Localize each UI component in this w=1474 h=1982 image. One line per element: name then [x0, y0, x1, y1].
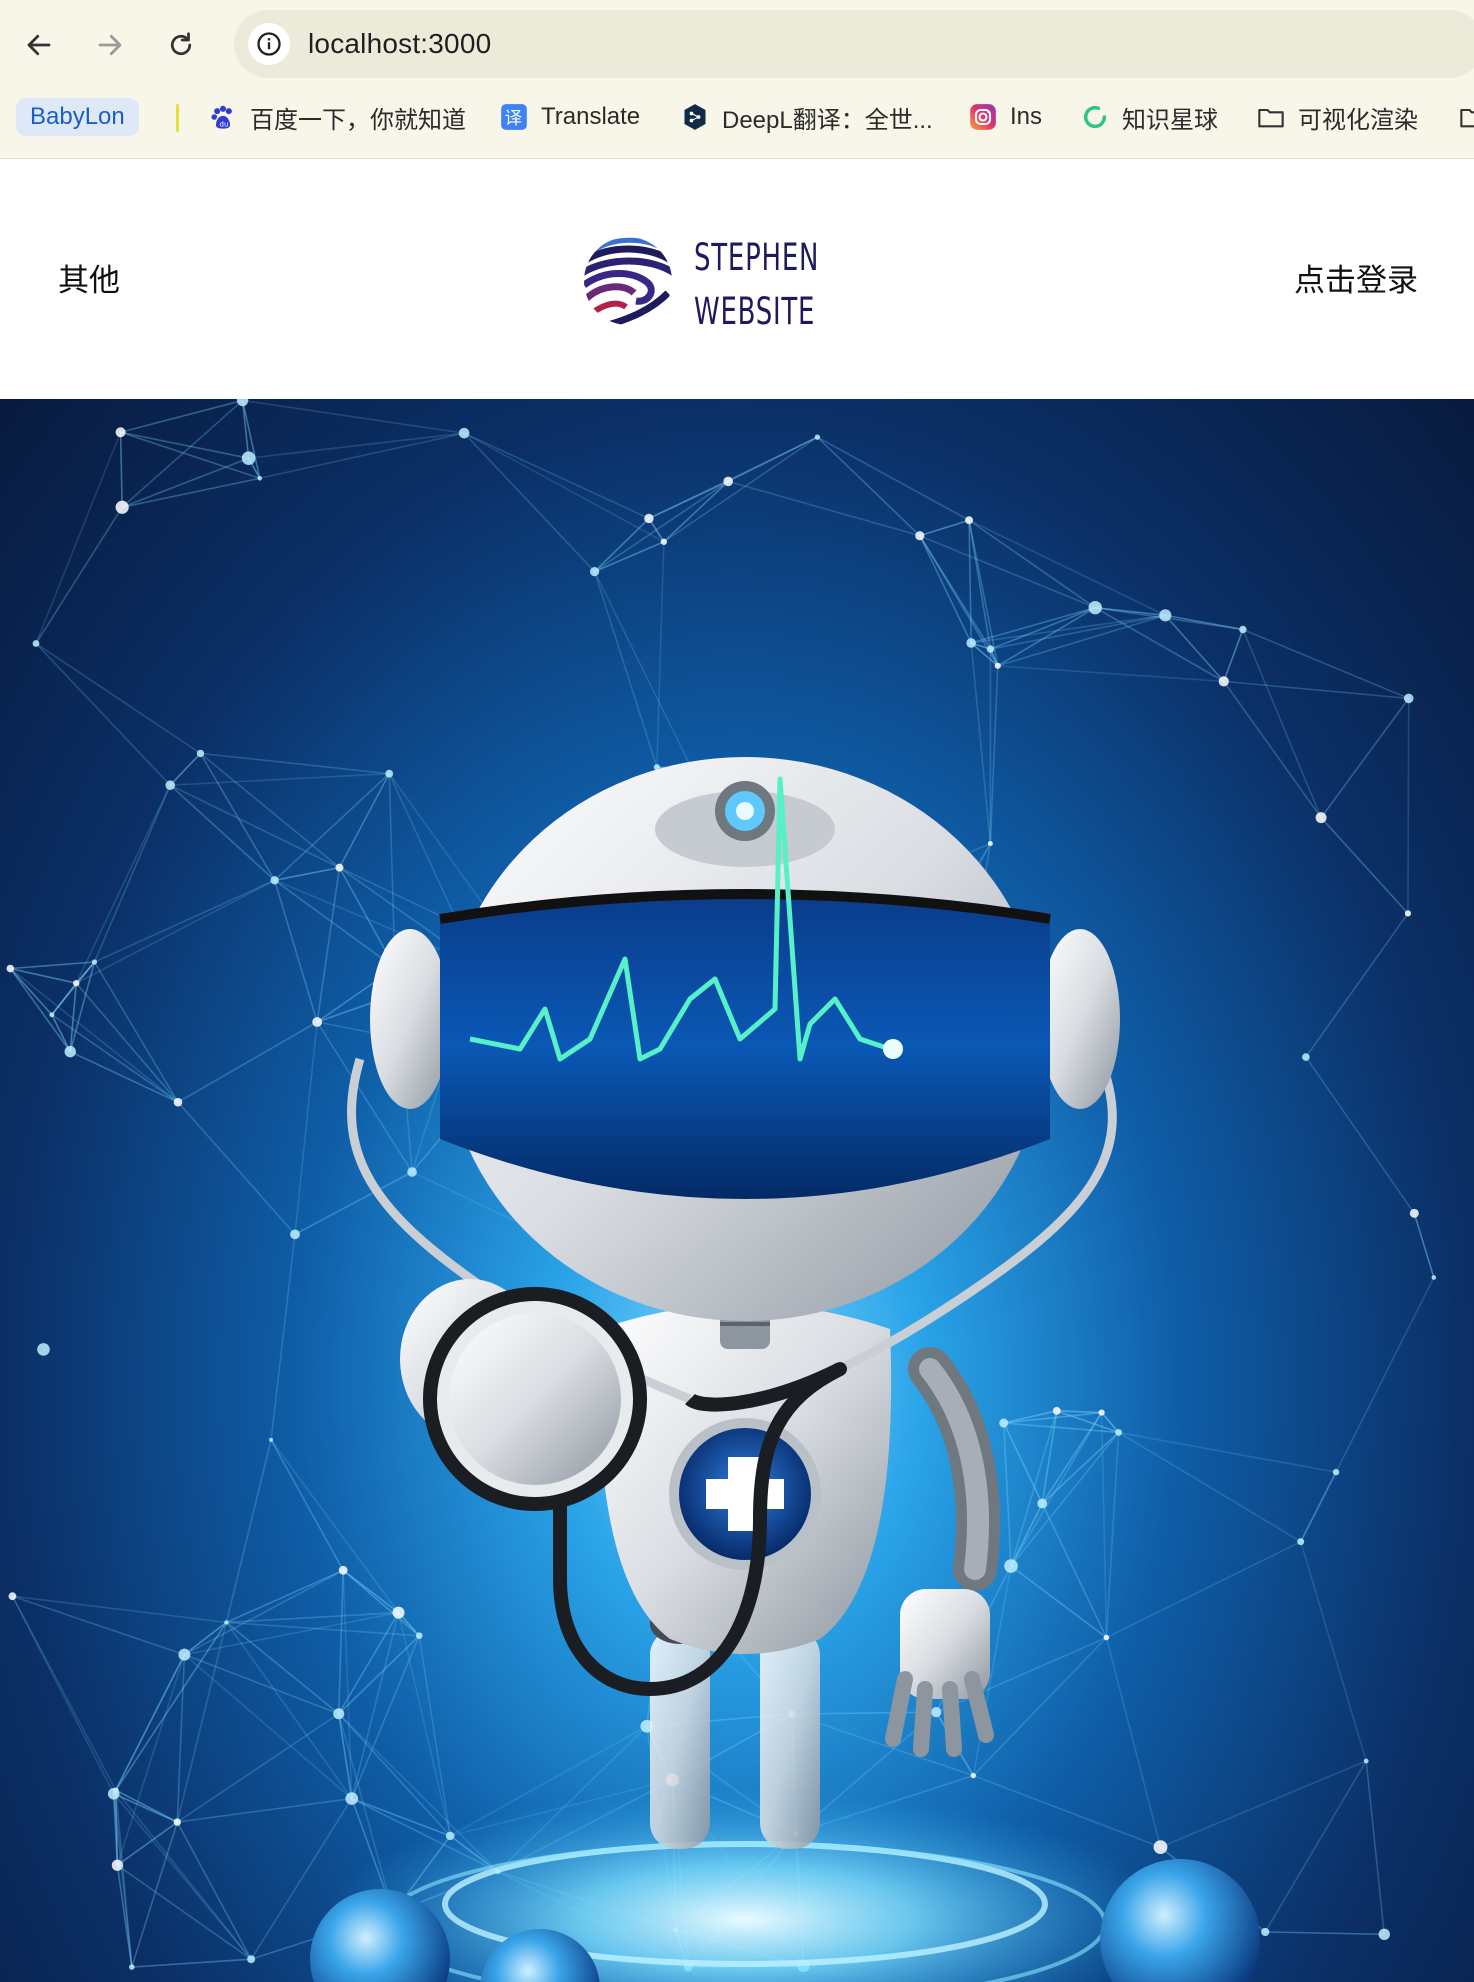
site-info-button[interactable]	[248, 23, 290, 65]
pedestal-glow	[325, 1789, 1165, 1982]
svg-text:译: 译	[505, 109, 523, 129]
reload-button[interactable]	[158, 22, 204, 68]
bookmark-folder-more[interactable]	[1458, 96, 1474, 138]
bookmark-label: 可视化渲染	[1298, 106, 1418, 134]
address-bar[interactable]: localhost:3000	[234, 10, 1474, 78]
robot-visor	[440, 894, 1050, 1199]
site-header: 其他 STEPHEN WEBSITE 点击登录	[0, 159, 1474, 399]
bookmark-ins[interactable]: Ins	[968, 96, 1042, 138]
site-logo[interactable]: STEPHEN WEBSITE	[578, 227, 838, 337]
arrow-right-icon	[98, 34, 122, 56]
bookmark-folder[interactable]: 可视化渲染	[1256, 96, 1418, 138]
hero-banner	[0, 399, 1474, 1982]
arrow-left-icon	[27, 34, 51, 56]
bookmarks-bar: BabyLon du 百度一下，你就知道 译 Translate DeepL翻译…	[0, 96, 1474, 138]
logo-line1: STEPHEN	[694, 236, 820, 279]
bookmark-label: DeepL翻译：全世...	[722, 106, 933, 134]
globe-logo-icon	[584, 237, 672, 325]
browser-toolbar: localhost:3000 BabyLon du 百度一下，你就知道 译 Tr…	[0, 0, 1474, 159]
bookmark-translate[interactable]: 译 Translate	[499, 96, 640, 138]
logo-text: STEPHEN WEBSITE	[694, 231, 819, 339]
info-icon	[257, 32, 281, 56]
forward-button[interactable]	[87, 22, 133, 68]
nav-link-other[interactable]: 其他	[58, 255, 120, 300]
folder-icon	[1458, 102, 1474, 132]
instagram-icon	[968, 102, 998, 132]
url-text[interactable]: localhost:3000	[308, 28, 491, 60]
baidu-paw-icon: du	[208, 102, 238, 132]
deepl-icon	[680, 102, 710, 132]
back-button[interactable]	[16, 22, 62, 68]
bookmark-label: 知识星球	[1122, 106, 1218, 134]
bookmark-label: Translate	[541, 103, 641, 130]
folder-icon	[1256, 102, 1286, 132]
svg-text:du: du	[220, 120, 229, 128]
bookmark-babylon[interactable]: BabyLon	[16, 98, 139, 136]
bookmark-zsxq[interactable]: 知识星球	[1080, 96, 1218, 138]
translate-icon: 译	[499, 102, 529, 132]
bookmark-deepl[interactable]: DeepL翻译：全世...	[680, 96, 933, 138]
bookmark-label: Ins	[1010, 103, 1043, 130]
bookmark-separator	[176, 104, 179, 132]
zsxq-icon	[1080, 102, 1110, 132]
login-link[interactable]: 点击登录	[1294, 255, 1418, 300]
bookmark-label: BabyLon	[30, 103, 125, 130]
bookmark-label: 百度一下，你就知道	[250, 106, 466, 134]
bookmark-baidu[interactable]: du 百度一下，你就知道	[208, 96, 466, 138]
reload-icon	[170, 32, 192, 56]
logo-line2: WEBSITE	[694, 290, 816, 333]
robot-illustration	[310, 757, 1260, 1982]
